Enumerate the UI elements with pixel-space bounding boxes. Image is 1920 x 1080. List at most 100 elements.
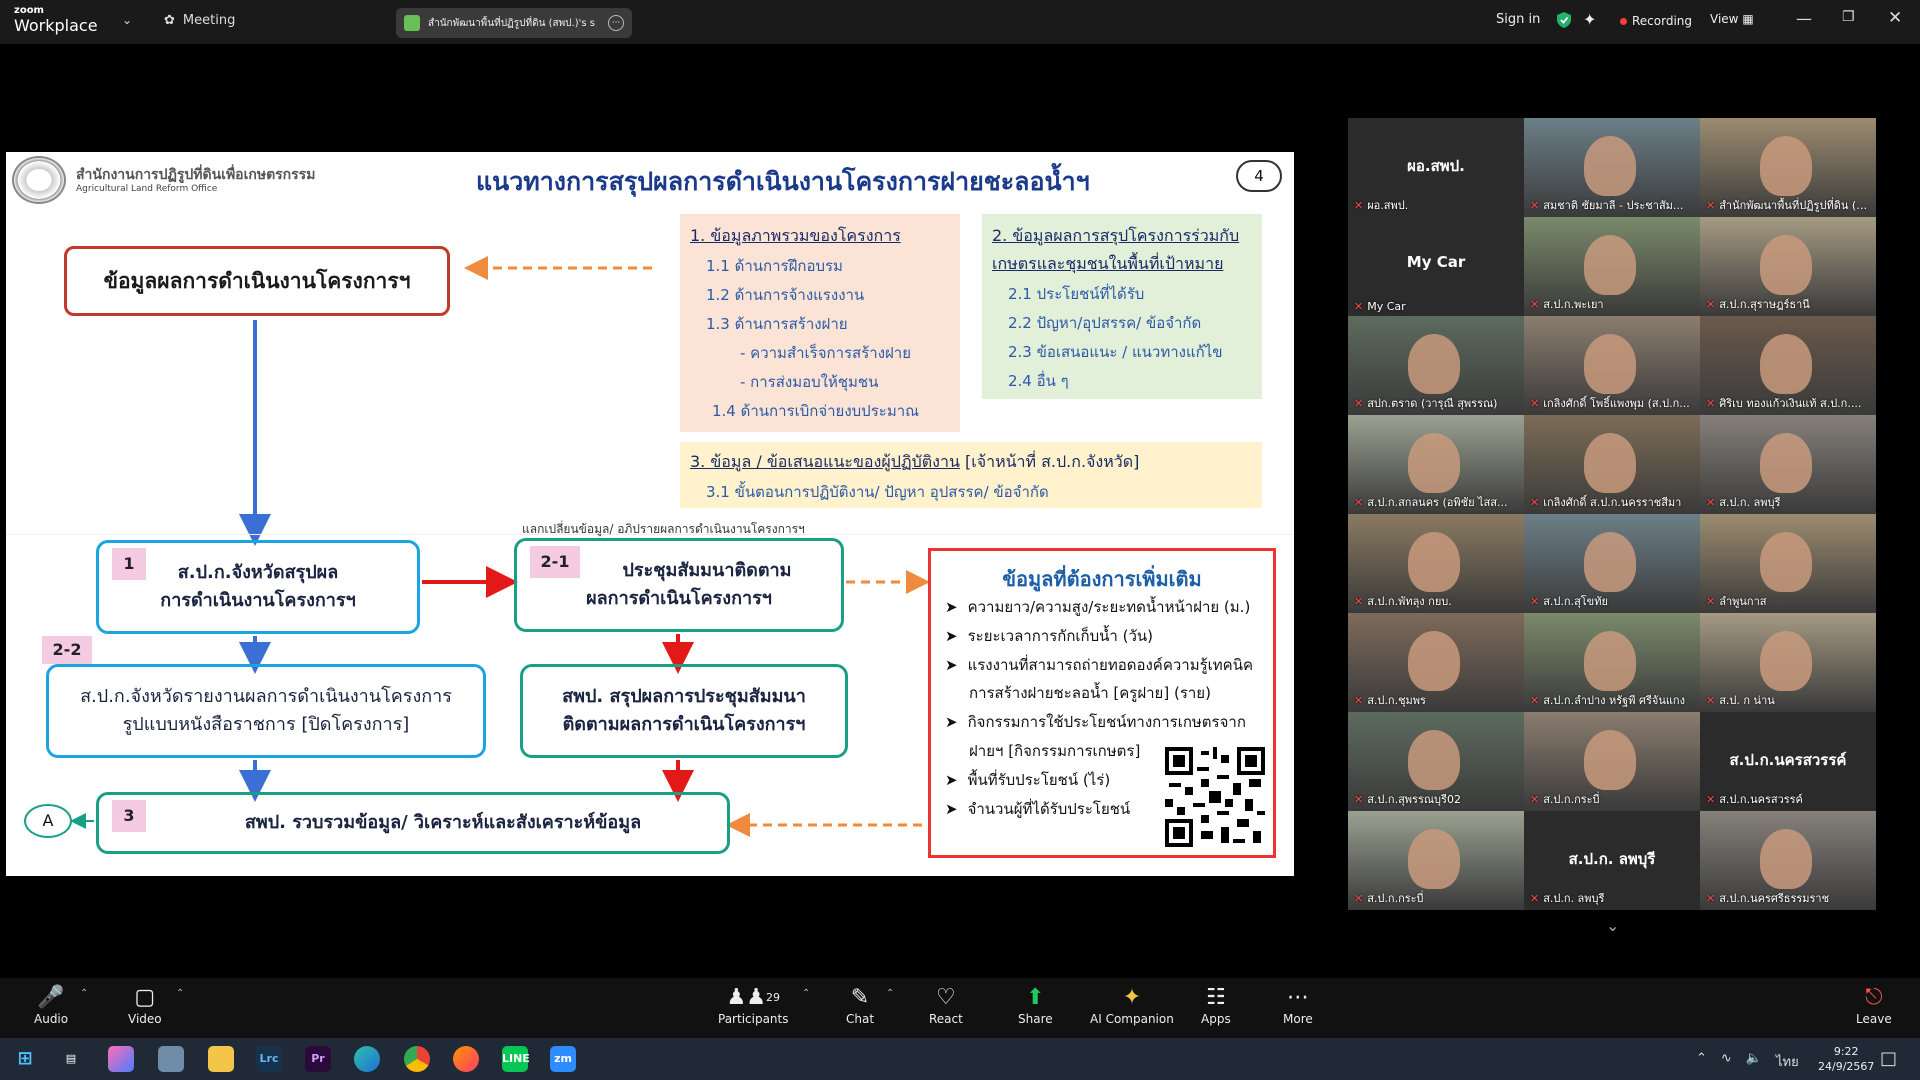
- meeting-button[interactable]: ✿ Meeting: [164, 13, 235, 28]
- participant-tile[interactable]: ✕ ส.ป.ก.สกลนคร (อพิชัย ไสส...: [1348, 415, 1524, 514]
- close-icon[interactable]: ✕: [1888, 8, 1902, 28]
- more-options-icon[interactable]: ···: [608, 15, 624, 31]
- leave-icon: ⎋: [1865, 985, 1883, 1010]
- participant-name: ✕ ส.ป.ก.สุพรรณบุรี02: [1354, 790, 1520, 808]
- line-app-icon[interactable]: LINE: [502, 1046, 530, 1072]
- participant-tile[interactable]: ✕ ส.ป.ก.กระบี่: [1348, 811, 1524, 910]
- chrome-icon[interactable]: [404, 1046, 430, 1072]
- participant-tile[interactable]: ✕ ส.ป.ก.นครศรีธรรมราช: [1700, 811, 1876, 910]
- participant-tile[interactable]: ✕ ส.ป.ก.กระบี่: [1524, 712, 1700, 811]
- additional-info-box: ข้อมูลที่ต้องการเพิ่มเติม ➤ ความยาว/ความส…: [928, 548, 1276, 858]
- participants-button[interactable]: ♟♟29 Participants ⌃: [718, 984, 810, 1026]
- lightroom-icon[interactable]: Lrc: [256, 1046, 282, 1072]
- screen-share-tab[interactable]: สำนักพัฒนาพื้นที่ปฏิรูปที่ดิน (สพป.)'s s…: [396, 8, 632, 38]
- share-tab-title: สำนักพัฒนาพื้นที่ปฏิรูปที่ดิน (สพป.)'s s: [428, 17, 595, 29]
- zoom-app-icon[interactable]: zm: [550, 1046, 576, 1072]
- participant-tile[interactable]: ✕ ส.ป.ก.พะเยา: [1524, 217, 1700, 316]
- react-button[interactable]: ♡ React: [929, 984, 963, 1026]
- leave-button[interactable]: ⎋ Leave: [1856, 984, 1892, 1026]
- recording-indicator[interactable]: Recording: [1620, 14, 1692, 28]
- edge-icon[interactable]: [354, 1046, 380, 1072]
- chat-icon: ✎: [850, 985, 870, 1010]
- staff-heading-note: [เจ้าหน้าที่ ส.ป.ก.จังหวัด]: [959, 452, 1140, 471]
- microphone-muted-icon: ✕: [1706, 892, 1716, 905]
- chevron-up-icon[interactable]: ⌃: [802, 988, 810, 999]
- shield-icon[interactable]: [1556, 11, 1572, 29]
- chevron-up-icon[interactable]: ⌃: [176, 988, 184, 999]
- video-button[interactable]: ▢ Video ⌃: [128, 984, 184, 1026]
- step-3-badge: 3: [112, 800, 146, 832]
- participant-tile[interactable]: ✕ ศิริเบ ทองแก้วเงินแท้ ส.ป.ก....: [1700, 316, 1876, 415]
- audio-label: Audio: [34, 1012, 69, 1026]
- wifi-icon[interactable]: ∿: [1721, 1051, 1732, 1072]
- maximize-icon[interactable]: ❐: [1842, 9, 1855, 25]
- microphone-muted-icon: ✕: [1354, 199, 1364, 212]
- ai-sparkle-icon[interactable]: ✦: [1583, 10, 1596, 29]
- step-2-1-line: ผลการดำเนินโครงการฯ: [586, 588, 772, 609]
- chevron-up-icon[interactable]: ⌃: [1696, 1051, 1707, 1072]
- participant-name-text: ส.ป.ก.พัทลุง กยบ.: [1367, 595, 1452, 608]
- chevron-down-icon[interactable]: ⌄: [1606, 916, 1619, 935]
- app-icon[interactable]: [158, 1046, 184, 1072]
- ai-companion-button[interactable]: ✦ AI Companion: [1090, 984, 1174, 1026]
- system-clock[interactable]: 9:22 24/9/2567: [1818, 1044, 1874, 1074]
- participant-tile[interactable]: ✕ ส.ป.ก.สุพรรณบุรี02: [1348, 712, 1524, 811]
- participant-tile[interactable]: My Car ✕ My Car: [1348, 217, 1524, 316]
- participant-name-text: ส.ป.ก.พะเยา: [1543, 298, 1604, 311]
- view-label: View: [1710, 12, 1739, 26]
- chevron-down-icon[interactable]: ⌄: [122, 13, 132, 27]
- share-button[interactable]: ⬆ Share: [1018, 984, 1053, 1026]
- firefox-icon[interactable]: [453, 1046, 479, 1072]
- audio-button[interactable]: 🎤 Audio ⌃: [34, 984, 88, 1026]
- participant-name-text: สปก.ตราด (วารุณี สุพรรณ): [1367, 397, 1498, 410]
- participant-face: [1760, 136, 1812, 196]
- step-1-badge: 1: [112, 548, 146, 580]
- participant-name-text: ส.ป.ก.ลำปาง หรัฐพี ศรีจันแกง: [1543, 694, 1685, 707]
- premiere-icon[interactable]: Pr: [305, 1046, 331, 1072]
- arrow-bullet-icon: ➤: [945, 771, 958, 789]
- minimize-icon[interactable]: —: [1796, 9, 1812, 28]
- copilot-icon[interactable]: [108, 1046, 134, 1072]
- participant-tile[interactable]: ✕ สำนักพัฒนาพื้นที่ปฏิรูปที่ดิน (ส...: [1700, 118, 1876, 217]
- participant-tile[interactable]: ✕ สมชาติ ชัยมาลี - ประชาสัม...: [1524, 118, 1700, 217]
- notification-icon[interactable]: □: [1880, 1048, 1897, 1069]
- input-language[interactable]: ไทย: [1776, 1051, 1799, 1072]
- meeting-icon: ✿: [164, 13, 175, 28]
- zoom-logo[interactable]: zoom Workplace: [14, 6, 98, 34]
- participant-tile[interactable]: ✕ เกลิงศักดิ์ ส.ป.ก.นครราชสีมา: [1524, 415, 1700, 514]
- participant-face: [1760, 235, 1812, 295]
- chevron-up-icon[interactable]: ⌃: [80, 988, 88, 999]
- participant-tile[interactable]: ✕ ส.ป. ก น่าน: [1700, 613, 1876, 712]
- participant-tile[interactable]: ✕ ส.ป.ก.ลำปาง หรัฐพี ศรีจันแกง: [1524, 613, 1700, 712]
- chat-button[interactable]: ✎ Chat ⌃: [846, 984, 894, 1026]
- overview-item: 1.3 ด้านการสร้างฝาย: [706, 315, 848, 333]
- sign-in-button[interactable]: Sign in: [1496, 12, 1540, 27]
- speaker-icon[interactable]: 🔈: [1746, 1051, 1762, 1072]
- participant-face: [1584, 235, 1636, 295]
- view-button[interactable]: View ▦: [1710, 12, 1754, 26]
- participant-tile[interactable]: ผอ.สพป. ✕ ผอ.สพป.: [1348, 118, 1524, 217]
- participant-tile[interactable]: ส.ป.ก. ลพบุรี ✕ ส.ป.ก. ลพบุรี: [1524, 811, 1700, 910]
- participant-tile[interactable]: ✕ เกลิงศักดิ์ โพธิ์แพงพุม (ส.ป.ก...: [1524, 316, 1700, 415]
- clock-time: 9:22: [1833, 1045, 1859, 1058]
- participant-tile[interactable]: ส.ป.ก.นครสวรรค์ ✕ ส.ป.ก.นครสวรรค์: [1700, 712, 1876, 811]
- participant-tile[interactable]: ✕ ส.ป.ก.พัทลุง กยบ.: [1348, 514, 1524, 613]
- item-text: ความยาว/ความสูง/ระยะทดน้ำหน้าฝาย (ม.): [967, 598, 1251, 616]
- apps-button[interactable]: ☷ Apps: [1201, 984, 1231, 1026]
- participant-tile[interactable]: ✕ สปก.ตราด (วารุณี สุพรรณ): [1348, 316, 1524, 415]
- file-explorer-icon[interactable]: [208, 1046, 234, 1072]
- participant-tile[interactable]: ✕ ลำพูนกาส: [1700, 514, 1876, 613]
- microphone-muted-icon: ✕: [1530, 496, 1540, 509]
- participant-tile[interactable]: ✕ ส.ป.ก. ลพบุรี: [1700, 415, 1876, 514]
- participant-tile[interactable]: ✕ ส.ป.ก.สุโขทัย: [1524, 514, 1700, 613]
- overview-item: 1.4 ด้านการเบิกจ่ายงบประมาณ: [712, 402, 920, 420]
- participant-name-text: ส.ป.ก.ชุมพร: [1367, 694, 1426, 707]
- chevron-up-icon[interactable]: ⌃: [886, 988, 894, 999]
- more-button[interactable]: ⋯ More: [1283, 984, 1313, 1026]
- step-1-line: การดำเนินงานโครงการฯ: [160, 590, 356, 611]
- video-label: Video: [128, 1012, 162, 1026]
- participant-tile[interactable]: ✕ ส.ป.ก.สุราษฎร์ธานี: [1700, 217, 1876, 316]
- participant-tile[interactable]: ✕ ส.ป.ก.ชุมพร: [1348, 613, 1524, 712]
- task-view-icon[interactable]: ▤: [58, 1046, 84, 1072]
- windows-start-icon[interactable]: ⊞: [12, 1046, 38, 1072]
